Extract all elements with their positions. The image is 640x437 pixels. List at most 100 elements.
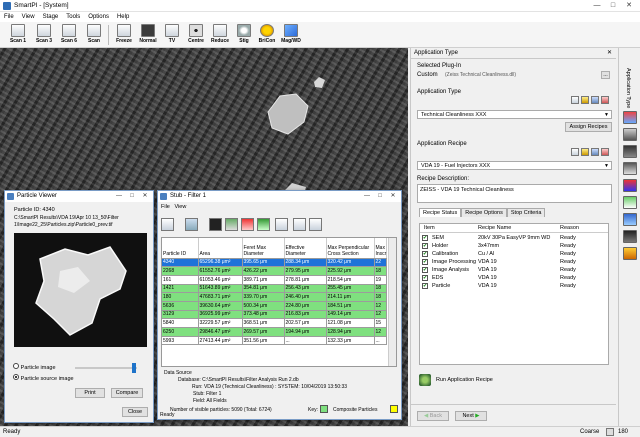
run-recipe-icon[interactable] — [419, 374, 431, 386]
assign-recipes-button[interactable]: Assign Recipes — [565, 122, 612, 132]
table-row[interactable]: 5636 39630.64 μm² 500.34 μm 224.80 μm 184.51… — [162, 301, 387, 311]
col-perpendicular[interactable]: Max Perpendicular Cross Section — [326, 238, 375, 259]
application-type-select[interactable]: Technical Cleanliness XXX ▼ — [417, 110, 612, 119]
particle-image-radio[interactable]: Particle image — [13, 363, 56, 371]
sidebar-camera-icon[interactable] — [623, 230, 637, 243]
list-item[interactable]: ✔ EDS VDA 19 Ready — [420, 274, 608, 282]
close-icon[interactable]: ✕ — [387, 191, 399, 202]
maximize-button[interactable]: □ — [606, 1, 620, 11]
sidebar-holder-icon[interactable] — [623, 128, 637, 141]
magwd-button[interactable]: Mag/WD — [279, 23, 303, 47]
list-item[interactable]: ✔ Image Processing VDA 19 Ready — [420, 258, 608, 266]
tab-recipe-options[interactable]: Recipe Options — [461, 208, 507, 217]
close-button[interactable]: Close — [122, 407, 148, 417]
col-feret[interactable]: Feret Max Diameter — [242, 238, 285, 259]
list-item[interactable]: ✔ Image Analysis VDA 19 Ready — [420, 266, 608, 274]
sidebar-analysis-icon[interactable] — [623, 162, 637, 175]
particle-source-radio[interactable]: Particle source image — [13, 374, 74, 382]
table-row[interactable]: 180 47683.71 μm² 339.70 μm 246.40 μm 214.11 … — [162, 292, 387, 302]
folder-icon[interactable] — [581, 148, 589, 156]
list-item[interactable]: ✔ Calibration Cu / Al Ready — [420, 250, 608, 258]
table-scrollbar[interactable] — [388, 238, 396, 366]
table-row[interactable]: 4340 65296.38 μm² 395.65 μm 288.34 μm 320.42… — [162, 258, 387, 268]
sidebar-eds-icon[interactable] — [623, 179, 637, 192]
bricon-button[interactable]: BriCon — [255, 23, 279, 47]
minimize-icon[interactable]: — — [361, 191, 373, 202]
sidebar-image-icon[interactable] — [623, 145, 637, 158]
coarse-toggle[interactable] — [606, 428, 614, 436]
particle-image-icon[interactable] — [209, 218, 222, 231]
menu-options[interactable]: Options — [84, 12, 113, 22]
list-item[interactable]: ✔ Holder 3x47mm Ready — [420, 242, 608, 250]
tv-button[interactable]: TV — [160, 23, 184, 47]
compare-button[interactable]: Compare — [111, 388, 143, 398]
report-icon[interactable] — [241, 218, 254, 231]
col-area[interactable]: Area — [198, 238, 243, 259]
table-row[interactable]: 1421 51643.89 μm² 354.81 μm 256.43 μm 255.45… — [162, 284, 387, 294]
menu-tools[interactable]: Tools — [62, 12, 84, 22]
back-button[interactable]: ◀ Back — [417, 411, 449, 421]
menu-help[interactable]: Help — [113, 12, 133, 22]
sidebar-application-icon[interactable] — [623, 111, 637, 124]
table-row[interactable]: 2268 61552.76 μm² 426.22 μm 279.95 μm 225.92… — [162, 266, 387, 276]
stub-menu-view[interactable]: View — [174, 204, 186, 210]
next-button[interactable]: Next ▶ — [455, 411, 487, 421]
minimize-button[interactable]: — — [590, 1, 604, 11]
recipe-description-box[interactable]: ZEISS - VDA 19 Technical Cleanliness — [417, 184, 612, 203]
reduce-button[interactable]: Reduce — [208, 23, 232, 47]
scan6-button[interactable]: Scan 6 — [57, 23, 81, 47]
table-row[interactable]: 5840 32229.57 μm² 368.51 μm 202.57 μm 121.08… — [162, 318, 387, 328]
folder-icon[interactable] — [581, 96, 589, 104]
normal-button[interactable]: Normal — [136, 23, 160, 47]
zoom-slider[interactable] — [75, 363, 137, 373]
filter-icon[interactable] — [185, 218, 198, 231]
col-max-inscr[interactable]: Max Inscr — [374, 238, 387, 259]
spectrum-icon[interactable] — [225, 218, 238, 231]
delete-icon[interactable] — [601, 148, 609, 156]
panel-close-icon[interactable]: ✕ — [607, 49, 612, 56]
maximize-icon[interactable]: □ — [374, 191, 386, 202]
menu-stage[interactable]: Stage — [39, 12, 63, 22]
sidebar-particle-icon[interactable] — [623, 196, 637, 209]
close-button[interactable]: ✕ — [622, 1, 636, 11]
close-icon[interactable]: ✕ — [139, 191, 151, 202]
col-particle-id[interactable]: Particle ID — [162, 238, 199, 259]
freeze-button[interactable]: Freeze — [112, 23, 136, 47]
recipe-status-list[interactable]: Item Recipe Name Reason ✔ SEM 20kV 30Pa Ea… — [419, 223, 609, 365]
browse-plugin-button[interactable]: ... — [601, 71, 610, 79]
save-icon[interactable] — [591, 96, 599, 104]
grid-settings-icon[interactable] — [161, 218, 174, 231]
new-icon[interactable] — [571, 96, 579, 104]
sidebar-label[interactable]: Application Type — [625, 68, 631, 108]
export-excel-icon[interactable] — [257, 218, 270, 231]
minimize-icon[interactable]: — — [113, 191, 125, 202]
maximize-icon[interactable]: □ — [126, 191, 138, 202]
sidebar-tools-icon[interactable] — [623, 247, 637, 260]
table-row[interactable]: 6250 29846.47 μm² 269.57 μm 194.94 μm 128.94… — [162, 327, 387, 337]
col-effective[interactable]: Effective Diameter — [284, 238, 327, 259]
particle-table[interactable]: Particle ID Area Feret Max Diameter Effe… — [161, 237, 397, 367]
list-item[interactable]: ✔ SEM 20kV 30Pa EasyVP 9mm WD Ready — [420, 234, 608, 242]
table-row[interactable]: 5993 27413.44 μm² 351.56 μm... 132.33 μm... — [162, 336, 387, 346]
delete-icon[interactable] — [601, 96, 609, 104]
save-icon[interactable] — [591, 148, 599, 156]
sidebar-report-icon[interactable] — [623, 213, 637, 226]
slider-thumb[interactable] — [132, 363, 136, 373]
application-recipe-select[interactable]: VDA 19 - Fuel Injectors XXX ▼ — [417, 161, 612, 170]
centre-button[interactable]: Centre — [184, 23, 208, 47]
scan3-button[interactable]: Scan 3 — [32, 23, 56, 47]
run-recipe-label[interactable]: Run Application Recipe — [436, 377, 493, 383]
new-icon[interactable] — [571, 148, 579, 156]
tab-recipe-status[interactable]: Recipe Status — [419, 208, 462, 217]
stub-menu-file[interactable]: File — [161, 204, 170, 210]
menu-view[interactable]: View — [18, 12, 39, 22]
scan1-button[interactable]: Scan 1 — [6, 23, 30, 47]
copy-icon[interactable] — [293, 218, 306, 231]
scan-dropdown-button[interactable]: Scan — [82, 23, 106, 47]
print-button[interactable]: Print — [75, 388, 105, 398]
stig-button[interactable]: Stig — [232, 23, 256, 47]
list-item[interactable]: ✔ Particle VDA 19 Ready — [420, 282, 608, 290]
table-row[interactable]: 3129 36925.99 μm² 373.48 μm 216.83 μm 149.14… — [162, 310, 387, 320]
print-icon[interactable] — [275, 218, 288, 231]
tab-stop-criteria[interactable]: Stop Criteria — [506, 208, 546, 217]
